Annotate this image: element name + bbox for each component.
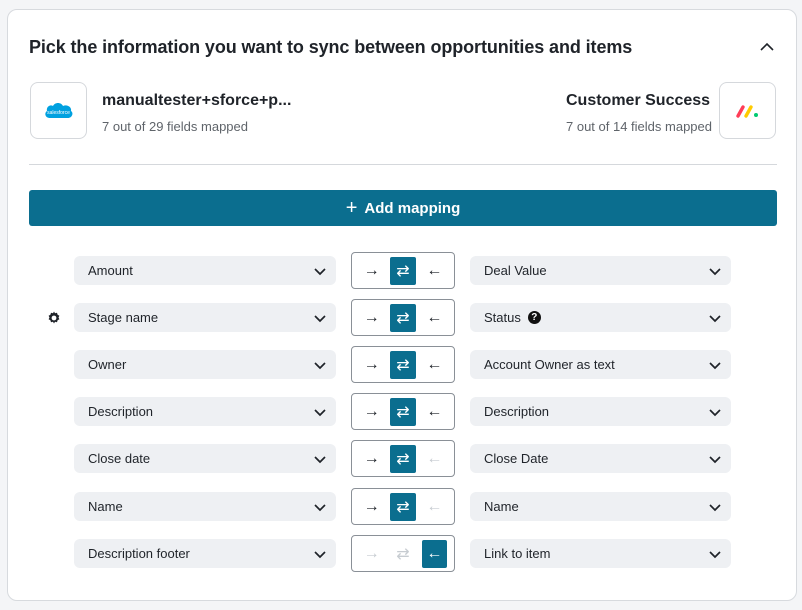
sync-left-arrow-icon[interactable]: ← [422,304,447,332]
sync-right-arrow-icon[interactable]: → [359,540,384,568]
source-field-select[interactable]: Owner [74,350,336,379]
source-field-label: Name [88,499,123,514]
target-field-label: Account Owner as text [484,357,615,372]
sync-both-arrows-icon[interactable]: ⇄ [390,540,415,568]
salesforce-logo: salesforce [30,82,87,139]
target-field-label: Description [484,404,550,419]
sync-both-arrows-icon[interactable]: ⇄ [390,444,416,473]
source-field-select[interactable]: Amount [74,256,336,285]
source-field-label: Stage name [88,310,159,325]
chevron-down-icon [709,551,721,559]
source-fields-mapped: 7 out of 29 fields mapped [102,119,248,134]
chevron-down-icon [709,362,721,370]
chevron-down-icon [709,268,721,276]
chevron-down-icon [314,551,326,559]
sync-left-arrow-icon[interactable]: ← [421,539,447,568]
chevron-down-icon [314,315,326,323]
chevron-down-icon [314,362,326,370]
source-field-select[interactable]: Close date [74,444,336,473]
sync-direction-toggle: → ⇄ ← [351,440,455,477]
target-field-select[interactable]: Account Owner as text [470,350,731,379]
sync-both-arrows-icon[interactable]: ⇄ [390,303,416,332]
sync-left-arrow-icon[interactable]: ← [422,445,447,473]
chevron-down-icon [709,456,721,464]
sync-right-arrow-icon[interactable]: → [359,445,384,473]
add-mapping-button[interactable]: + Add mapping [29,190,777,226]
mapping-row: Stage name → ⇄ ← Status? [8,299,798,336]
chevron-down-icon [709,315,721,323]
sync-both-arrows-icon[interactable]: ⇄ [390,492,416,521]
source-app-name: manualtester+sforce+p... [102,92,292,109]
target-field-label: Status [484,310,521,325]
sync-direction-toggle: → ⇄ ← [351,535,455,572]
target-fields-mapped: 7 out of 14 fields mapped [566,119,712,134]
source-field-select[interactable]: Name [74,492,336,521]
sync-right-arrow-icon[interactable]: → [359,304,384,332]
mapping-row: Description footer → ⇄ ← Link to item [8,535,798,572]
section-title: Pick the information you want to sync be… [29,37,633,57]
source-field-label: Description footer [88,546,190,561]
gear-icon[interactable] [46,310,62,326]
plus-icon: + [345,197,358,219]
target-field-select[interactable]: Name [470,492,731,521]
sync-right-arrow-icon[interactable]: → [359,351,384,379]
mapping-row: Owner → ⇄ ← Account Owner as text [8,346,798,383]
target-field-select[interactable]: Link to item [470,539,731,568]
chevron-down-icon [314,409,326,417]
sync-both-arrows-icon[interactable]: ⇄ [390,350,416,379]
collapse-button[interactable] [756,36,778,58]
source-field-label: Description [88,404,154,419]
mapping-row: Close date → ⇄ ← Close Date [8,440,798,477]
target-field-select[interactable]: Close Date [470,444,731,473]
source-field-label: Close date [88,451,151,466]
target-field-label: Close Date [484,451,549,466]
sync-left-arrow-icon[interactable]: ← [422,351,447,379]
chevron-up-icon [760,42,774,51]
mapping-row: Description → ⇄ ← Description [8,393,798,430]
help-icon[interactable]: ? [527,311,541,324]
target-field-label: Deal Value [484,263,547,278]
sync-direction-toggle: → ⇄ ← [351,252,455,289]
source-field-label: Owner [88,357,127,372]
target-field-label: Name [484,499,519,514]
sync-card: Pick the information you want to sync be… [7,9,797,601]
target-field-select[interactable]: Deal Value [470,256,731,285]
monday-logo [719,82,776,139]
sync-right-arrow-icon[interactable]: → [359,257,384,285]
chevron-down-icon [314,504,326,512]
sync-left-arrow-icon[interactable]: ← [422,493,447,521]
chevron-down-icon [314,456,326,464]
target-app-name: Customer Success [566,92,711,109]
sync-both-arrows-icon[interactable]: ⇄ [390,397,416,426]
sync-right-arrow-icon[interactable]: → [359,493,384,521]
divider [29,164,777,165]
mapping-row: Name → ⇄ ← Name [8,488,798,525]
sync-direction-toggle: → ⇄ ← [351,393,455,430]
target-field-select[interactable]: Status? [470,303,731,332]
sync-left-arrow-icon[interactable]: ← [422,398,447,426]
chevron-down-icon [709,504,721,512]
source-field-select[interactable]: Description footer [74,539,336,568]
source-field-select[interactable]: Stage name [74,303,336,332]
chevron-down-icon [314,268,326,276]
add-mapping-label: Add mapping [364,199,461,217]
source-field-label: Amount [88,263,133,278]
target-field-label: Link to item [484,546,551,561]
salesforce-logo-text: salesforce [47,110,70,116]
sync-direction-toggle: → ⇄ ← [351,346,455,383]
sync-right-arrow-icon[interactable]: → [359,398,384,426]
sync-both-arrows-icon[interactable]: ⇄ [390,256,416,285]
chevron-down-icon [709,409,721,417]
sync-direction-toggle: → ⇄ ← [351,299,455,336]
sync-direction-toggle: → ⇄ ← [351,488,455,525]
mapping-row: Amount → ⇄ ← Deal Value [8,252,798,289]
target-field-select[interactable]: Description [470,397,731,426]
source-field-select[interactable]: Description [74,397,336,426]
sync-left-arrow-icon[interactable]: ← [422,257,447,285]
